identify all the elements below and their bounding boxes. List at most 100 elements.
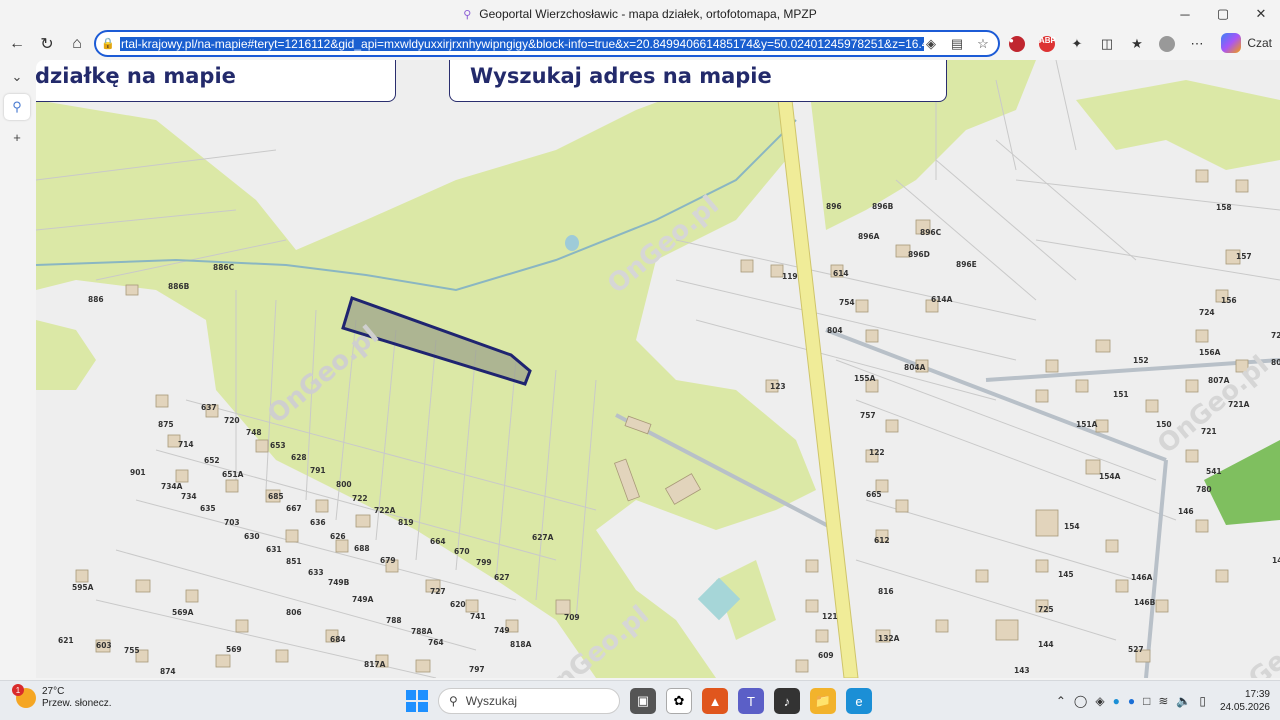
weather-widget[interactable]: 1 27°C Przew. słonecz. bbox=[12, 684, 112, 710]
extensions-puzzle-icon[interactable]: ✦ bbox=[1064, 31, 1090, 57]
start-button[interactable] bbox=[406, 690, 428, 712]
task-view-icon[interactable]: ▣ bbox=[630, 688, 656, 714]
chevron-down-icon[interactable]: ⌄ bbox=[4, 64, 30, 90]
map-pin-icon[interactable]: ⚲ bbox=[4, 94, 30, 120]
favorites-icon[interactable]: ★ bbox=[1124, 31, 1150, 57]
parcel-number-label: 653 bbox=[270, 441, 286, 450]
brave-browser-icon[interactable]: ▲ bbox=[702, 688, 728, 714]
parcel-number-label: 721A bbox=[1228, 400, 1250, 409]
parcel-number-label: 146A bbox=[1131, 573, 1153, 582]
parcel-number-label: 748 bbox=[246, 428, 262, 437]
adblock-icon[interactable]: ABP bbox=[1034, 31, 1060, 57]
search-parcel-card[interactable]: działkę na mapie bbox=[36, 60, 396, 102]
browser-sidebar: ⌄ ⚲ + bbox=[0, 60, 34, 680]
parcel-number-label: 628 bbox=[291, 453, 307, 462]
tracking-prevention-icon[interactable]: ◈ bbox=[920, 36, 942, 52]
more-menu-icon[interactable]: ⋯ bbox=[1184, 31, 1210, 57]
site-info-icon[interactable]: 🔒 bbox=[96, 37, 120, 50]
parcel-number-label: 541 bbox=[1206, 467, 1222, 476]
taskbar-search[interactable]: ⚲ Wyszukaj bbox=[438, 688, 620, 714]
eye-hidden-icon[interactable]: ◈ bbox=[1095, 694, 1104, 708]
parcel-number-label: 896D bbox=[908, 250, 930, 259]
extension-red-icon[interactable]: ● bbox=[1004, 31, 1030, 57]
app-tray-icon[interactable]: ● bbox=[1113, 694, 1120, 708]
parcel-number-label: 630 bbox=[244, 532, 260, 541]
parcel-number-label: 749A bbox=[352, 595, 374, 604]
parcel-number-label: 817A bbox=[364, 660, 386, 669]
volume-icon[interactable]: 🔈 bbox=[1176, 694, 1191, 708]
minimize-button[interactable]: ─ bbox=[1166, 0, 1204, 28]
maximize-button[interactable]: ▢ bbox=[1204, 0, 1242, 28]
copilot-icon bbox=[1221, 33, 1242, 53]
parcel-number-label: 158 bbox=[1216, 203, 1232, 212]
clock-time: 17:39 bbox=[1244, 689, 1270, 700]
teams-icon[interactable]: T bbox=[738, 688, 764, 714]
profile-avatar-icon[interactable] bbox=[1154, 31, 1180, 57]
add-icon[interactable]: + bbox=[4, 124, 30, 150]
parcel-number-label: 896 bbox=[826, 202, 842, 211]
refresh-icon[interactable]: ↻ bbox=[32, 29, 62, 59]
parcel-number-label: 614 bbox=[833, 269, 849, 278]
weather-description: Przew. słonecz. bbox=[42, 698, 112, 709]
clock[interactable]: 17:39 24.05.2026 bbox=[1220, 688, 1270, 714]
parcel-number-label: 620 bbox=[450, 600, 466, 609]
copilot-label: Czat bbox=[1247, 36, 1272, 50]
map-view[interactable]: działkę na mapie Wyszukaj adres na mapie… bbox=[36, 60, 1280, 678]
split-screen-icon[interactable]: ◫ bbox=[1094, 31, 1120, 57]
sync-icon[interactable]: ◯ bbox=[1074, 694, 1087, 708]
home-icon[interactable]: ⌂ bbox=[62, 29, 92, 59]
parcel-number-label: 800 bbox=[336, 480, 352, 489]
parcel-number-label: 726 bbox=[1271, 331, 1280, 340]
parcel-number-label: 896A bbox=[858, 232, 880, 241]
chevron-up-icon[interactable]: ⌃ bbox=[1056, 694, 1066, 708]
close-button[interactable]: ✕ bbox=[1242, 0, 1280, 28]
chatgpt-icon[interactable]: ✿ bbox=[666, 688, 692, 714]
parcel-number-label: 886B bbox=[168, 282, 190, 291]
parcel-number-label: 637 bbox=[201, 403, 217, 412]
parcel-number-label: 725 bbox=[1038, 605, 1054, 614]
parcel-number-label: 155A bbox=[854, 374, 876, 383]
display-icon[interactable]: □ bbox=[1143, 694, 1150, 708]
parcel-number-label: 652 bbox=[204, 456, 220, 465]
url-field[interactable]: rtal-krajowy.pl/na-mapie#teryt=1216112&g… bbox=[120, 36, 924, 53]
battery-icon[interactable]: ▯ bbox=[1199, 694, 1206, 708]
parcel-number-label: 734A bbox=[161, 482, 183, 491]
parcel-number-label: 156A bbox=[1199, 348, 1221, 357]
audio-app-icon[interactable]: ♪ bbox=[774, 688, 800, 714]
parcel-number-label: 150 bbox=[1156, 420, 1172, 429]
url-text: rtal-krajowy.pl/na-mapie#teryt=1216112&g… bbox=[120, 37, 924, 51]
copilot-button[interactable]: Czat bbox=[1221, 33, 1272, 53]
parcel-number-label: 627A bbox=[532, 533, 554, 542]
map-canvas[interactable] bbox=[36, 60, 1280, 678]
parcel-number-label: 121 bbox=[822, 612, 838, 621]
favorite-star-icon[interactable]: ☆ bbox=[972, 36, 994, 52]
parcel-number-label: 749 bbox=[494, 626, 510, 635]
bluetooth-icon[interactable]: ● bbox=[1128, 694, 1135, 708]
parcel-number-label: 569 bbox=[226, 645, 242, 654]
back-icon[interactable]: ← bbox=[2, 29, 32, 59]
file-explorer-icon[interactable]: 📁 bbox=[810, 688, 836, 714]
parcel-number-label: 145 bbox=[1058, 570, 1074, 579]
window-title: ⚲ Geoportal Wierzchosławic - mapa działe… bbox=[463, 7, 816, 21]
parcel-number-label: 154A bbox=[1099, 472, 1121, 481]
system-tray: ⌃ ◯ ◈ ● ● □ ≋ 🔈 ▯ 17:39 24.05.2026 bbox=[1056, 685, 1270, 717]
parcel-number-label: 688 bbox=[354, 544, 370, 553]
parcel-number-label: 709 bbox=[564, 613, 580, 622]
parcel-number-label: 679 bbox=[380, 556, 396, 565]
parcel-number-label: 722 bbox=[352, 494, 368, 503]
clock-date: 24.05.2026 bbox=[1219, 702, 1270, 713]
parcel-number-label: 609 bbox=[818, 651, 834, 660]
address-bar[interactable]: 🔒 rtal-krajowy.pl/na-mapie#teryt=1216112… bbox=[94, 30, 1000, 57]
parcel-number-label: 804 bbox=[827, 326, 843, 335]
parcel-number-label: 851 bbox=[286, 557, 302, 566]
parcel-number-label: 896C bbox=[920, 228, 942, 237]
wifi-icon[interactable]: ≋ bbox=[1158, 694, 1168, 708]
parcel-number-label: 806 bbox=[286, 608, 302, 617]
parcel-number-label: 818A bbox=[510, 640, 532, 649]
parcel-number-label: 154 bbox=[1064, 522, 1080, 531]
edge-browser-icon[interactable]: e bbox=[846, 688, 872, 714]
reader-view-icon[interactable]: ▤ bbox=[946, 36, 968, 52]
parcel-number-label: 612 bbox=[874, 536, 890, 545]
parcel-number-label: 146 bbox=[1178, 507, 1194, 516]
search-address-card[interactable]: Wyszukaj adres na mapie bbox=[449, 60, 947, 102]
